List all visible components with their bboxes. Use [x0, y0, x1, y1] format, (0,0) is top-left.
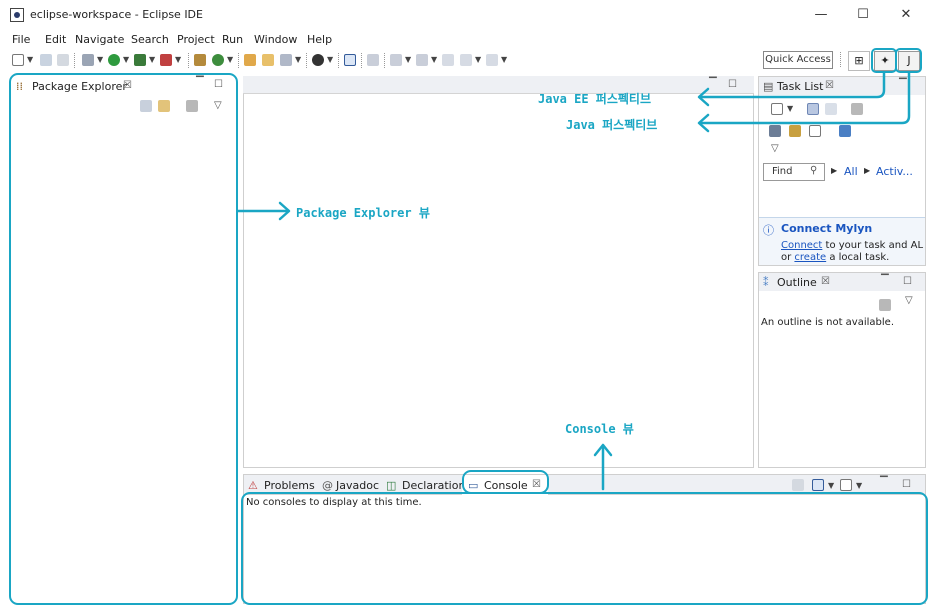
java-perspective-label: Java 퍼스펙티브 — [566, 118, 658, 132]
package-explorer-view-label: Package Explorer 뷰 — [296, 206, 430, 220]
java-ee-perspective-label: Java EE 퍼스펙티브 — [538, 92, 651, 106]
console-view-label: Console 뷰 — [565, 422, 634, 436]
java-ee-arrow-line — [698, 71, 886, 99]
annotation-arrows — [236, 71, 911, 491]
